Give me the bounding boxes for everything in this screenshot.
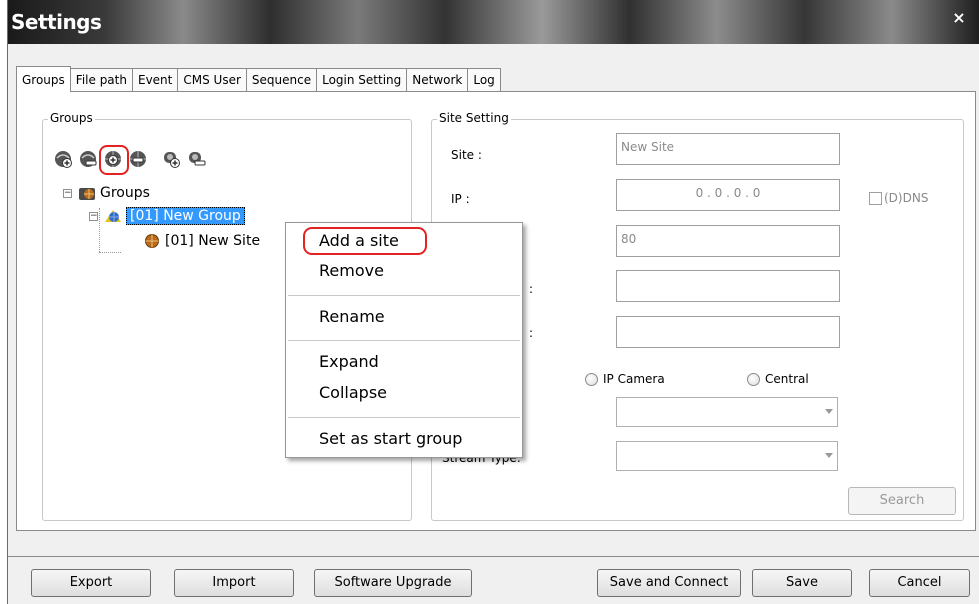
radio-circle[interactable]	[585, 372, 598, 386]
stream-type-select[interactable]	[616, 441, 838, 471]
add-camera-icon[interactable]	[160, 148, 182, 170]
ip-label: IP :	[451, 192, 470, 206]
site-label: Site :	[451, 148, 482, 162]
menu-separator	[288, 340, 520, 341]
menu-separator	[288, 417, 520, 418]
radio-circle[interactable]	[747, 372, 760, 386]
groups-folder-icon	[78, 185, 96, 201]
add-site-icon[interactable]	[99, 145, 129, 175]
remove-site-icon[interactable]	[127, 148, 149, 170]
menu-item-remove[interactable]: Remove	[319, 261, 384, 280]
tab-sequence[interactable]: Sequence	[245, 68, 318, 92]
menu-item-rename[interactable]: Rename	[319, 307, 385, 326]
tree-node-label-selected: [01] New Group	[126, 207, 245, 225]
radio-central[interactable]: Central	[747, 372, 809, 386]
remove-group-icon[interactable]	[77, 148, 99, 170]
tree-node-label: [01] New Site	[165, 233, 261, 249]
password-input[interactable]	[616, 316, 840, 348]
ddns-checkbox-box[interactable]	[869, 191, 882, 205]
model-select[interactable]	[616, 397, 838, 427]
cancel-button[interactable]: Cancel	[869, 569, 970, 597]
window-title: Settings	[11, 10, 102, 34]
site-setting-title: Site Setting	[437, 111, 511, 125]
collapse-expander[interactable]: −	[89, 211, 98, 221]
radio-ip-camera-label: IP Camera	[603, 372, 665, 386]
save-button[interactable]: Save	[752, 569, 852, 597]
tab-groups[interactable]: Groups	[16, 66, 71, 92]
tab-event[interactable]: Event	[131, 68, 179, 92]
close-icon[interactable]: ×	[949, 8, 969, 28]
collapse-expander[interactable]: −	[63, 188, 72, 198]
search-button[interactable]: Search	[848, 487, 956, 515]
settings-window: Settings × Groups File path Event CMS Us…	[7, 0, 979, 604]
radio-central-label: Central	[765, 372, 809, 386]
tab-file-path[interactable]: File path	[69, 68, 133, 92]
tree-node-new-site[interactable]: [01] New Site	[143, 231, 260, 251]
radio-ip-camera[interactable]: IP Camera	[585, 372, 665, 386]
port-input[interactable]: 80	[616, 225, 840, 257]
password-label: :	[529, 326, 534, 340]
add-group-icon[interactable]	[52, 148, 74, 170]
menu-item-collapse[interactable]: Collapse	[319, 383, 387, 402]
tree-node-groups-root[interactable]: − Groups	[63, 183, 150, 203]
tab-bar: Groups File path Event CMS User Sequence…	[16, 66, 501, 92]
tree-context-menu: Add a site Remove Rename Expand Collapse…	[285, 222, 523, 458]
site-globe-icon	[143, 233, 161, 249]
tree-node-new-group[interactable]: − [01] New Group	[89, 206, 245, 226]
tree-connector	[99, 252, 121, 253]
title-bar: Settings ×	[8, 0, 979, 44]
tab-log[interactable]: Log	[467, 68, 501, 92]
tree-node-label: Groups	[100, 185, 150, 201]
save-and-connect-button[interactable]: Save and Connect	[597, 569, 741, 597]
ddns-label: (D)DNS	[884, 191, 929, 205]
tab-network[interactable]: Network	[406, 68, 469, 92]
footer-divider	[8, 556, 979, 557]
groups-toolbar	[52, 145, 210, 175]
export-button[interactable]: Export	[31, 569, 151, 597]
groups-groupbox-title: Groups	[48, 111, 95, 125]
menu-item-expand[interactable]: Expand	[319, 352, 379, 371]
site-name-input[interactable]: New Site	[616, 133, 840, 165]
ip-address-input[interactable]: 0 . 0 . 0 . 0	[616, 179, 840, 211]
ddns-checkbox[interactable]: (D)DNS	[869, 191, 928, 205]
chevron-down-icon	[825, 453, 833, 458]
chevron-down-icon	[825, 409, 833, 414]
import-button[interactable]: Import	[174, 569, 294, 597]
menu-item-set-start-group[interactable]: Set as start group	[319, 429, 462, 448]
software-upgrade-button[interactable]: Software Upgrade	[314, 569, 472, 597]
user-label: :	[529, 282, 534, 296]
menu-item-add-site[interactable]: Add a site	[319, 231, 399, 250]
user-input[interactable]	[616, 270, 840, 302]
tab-login-setting[interactable]: Login Setting	[316, 68, 408, 92]
tab-cms-user[interactable]: CMS User	[177, 68, 247, 92]
group-globe-icon	[104, 208, 122, 224]
remove-camera-icon[interactable]	[185, 148, 207, 170]
menu-separator	[288, 295, 520, 296]
